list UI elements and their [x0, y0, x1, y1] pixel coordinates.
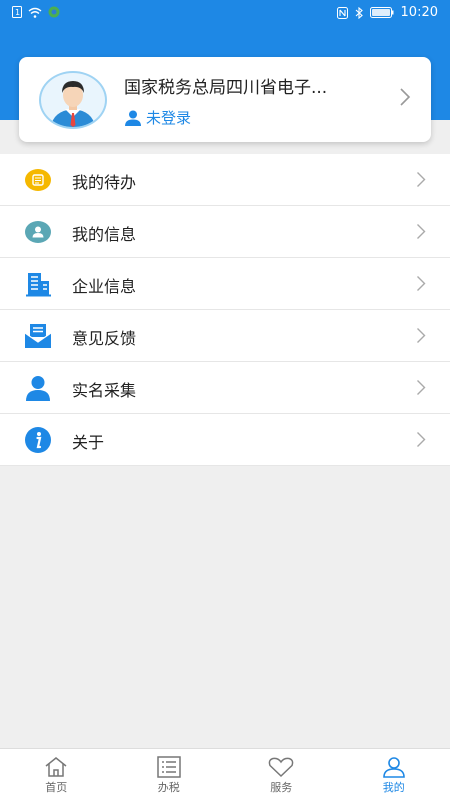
feedback-mail-icon	[24, 322, 52, 350]
status-left: 1	[12, 6, 60, 18]
menu-item-label: 关于	[72, 429, 104, 453]
bottom-nav: 首页 办税 服务 我的	[0, 748, 450, 801]
avatar-person-icon	[41, 73, 105, 127]
home-icon	[43, 756, 69, 778]
tab-service[interactable]: 服务	[225, 749, 338, 801]
status-bar: 1 10:20	[0, 0, 450, 28]
tab-label: 办税	[158, 779, 180, 795]
svg-text:1: 1	[15, 8, 20, 17]
chevron-right-icon	[416, 275, 426, 292]
chevron-right-icon	[399, 87, 411, 107]
tab-label: 首页	[45, 779, 67, 795]
menu-item-todo[interactable]: 我的待办	[0, 154, 450, 206]
tab-label: 服务	[270, 779, 292, 795]
profile-card[interactable]: 国家税务总局四川省电子... 未登录	[19, 57, 431, 142]
person-icon	[24, 374, 52, 402]
chevron-right-icon	[416, 379, 426, 396]
user-info-icon	[24, 218, 52, 246]
menu-item-label: 我的待办	[72, 169, 136, 193]
menu-item-my-info[interactable]: 我的信息	[0, 206, 450, 258]
menu-item-label: 意见反馈	[72, 325, 136, 349]
status-time: 10:20	[401, 5, 438, 20]
building-icon	[24, 270, 52, 298]
menu-item-feedback[interactable]: 意见反馈	[0, 310, 450, 362]
user-icon	[124, 109, 142, 127]
nfc-icon	[337, 7, 348, 19]
status-right: 10:20	[337, 5, 438, 20]
menu-item-enterprise-info[interactable]: 企业信息	[0, 258, 450, 310]
avatar	[39, 71, 107, 129]
user-icon	[381, 756, 407, 778]
tab-mine[interactable]: 我的	[338, 749, 450, 801]
wifi-icon	[28, 7, 42, 18]
menu-item-label: 我的信息	[72, 221, 136, 245]
chevron-right-icon	[416, 171, 426, 188]
menu-item-label: 企业信息	[72, 273, 136, 297]
chevron-right-icon	[416, 223, 426, 240]
list-icon	[156, 756, 182, 778]
menu-item-label: 实名采集	[72, 377, 136, 401]
chevron-right-icon	[416, 327, 426, 344]
tab-home[interactable]: 首页	[0, 749, 113, 801]
bluetooth-icon	[355, 7, 363, 19]
menu-item-about[interactable]: 关于	[0, 414, 450, 466]
menu-item-real-name[interactable]: 实名采集	[0, 362, 450, 414]
sim-icon: 1	[12, 6, 22, 18]
login-status[interactable]: 未登录	[124, 107, 191, 128]
menu-list: 我的待办 我的信息 企业信息	[0, 154, 450, 466]
org-name: 国家税务总局四川省电子...	[124, 73, 327, 98]
todo-icon	[24, 166, 52, 194]
login-status-label: 未登录	[146, 107, 191, 128]
chevron-right-icon	[416, 431, 426, 448]
info-icon	[24, 426, 52, 454]
tab-label: 我的	[383, 779, 405, 795]
heart-icon	[267, 756, 295, 778]
tab-tax[interactable]: 办税	[113, 749, 226, 801]
battery-icon	[370, 7, 394, 18]
app-notification-icon	[48, 6, 60, 18]
